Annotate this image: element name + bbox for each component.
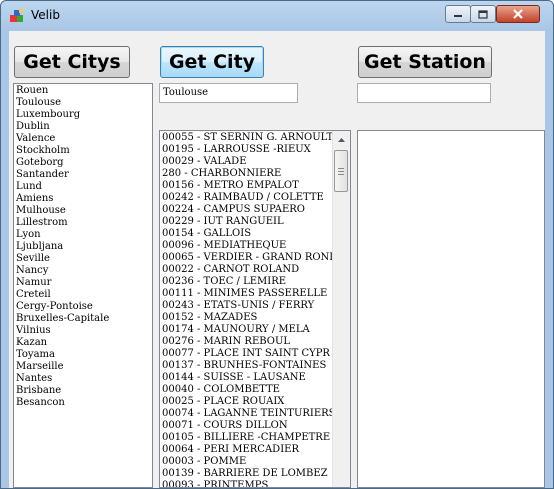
city-list-item[interactable]: Brisbane <box>16 385 152 397</box>
city-list-item[interactable]: Nancy <box>16 265 152 277</box>
station-list-item[interactable]: 00096 - MEDIATHEQUE <box>162 240 334 252</box>
station-list-item[interactable]: 00003 - POMME <box>162 456 334 468</box>
city-list-item[interactable]: Goteborg <box>16 157 152 169</box>
city-list-item[interactable]: Nantes <box>16 373 152 385</box>
app-icon <box>10 9 23 22</box>
city-input[interactable]: Toulouse <box>159 83 298 103</box>
station-list-item[interactable]: 00152 - MAZADES <box>162 312 334 324</box>
city-list-item[interactable]: Amiens <box>16 193 152 205</box>
scroll-thumb[interactable] <box>334 150 348 192</box>
close-icon <box>513 9 523 19</box>
minimize-icon <box>454 15 462 17</box>
city-list-item[interactable]: Santander <box>16 169 152 181</box>
get-city-button[interactable]: Get City <box>160 46 264 78</box>
stations-listbox[interactable]: 00055 - ST SERNIN G. ARNOULT 00195 - LARR… <box>159 130 351 488</box>
station-list-item[interactable]: 00236 - TOEC / LEMIRE <box>162 276 334 288</box>
stations-list: 00055 - ST SERNIN G. ARNOULT 00195 - LARR… <box>160 131 334 487</box>
city-list-item[interactable]: Stockholm <box>16 145 152 157</box>
form-client-area: Get Citys Get City Get Station Toulouse … <box>9 31 545 488</box>
station-list-item[interactable]: 00229 - IUT RANGUEIL <box>162 216 334 228</box>
city-list-item[interactable]: Namur <box>16 277 152 289</box>
city-list-item[interactable]: Seville <box>16 253 152 265</box>
city-list-item[interactable]: Dublin <box>16 121 152 133</box>
title-bar[interactable]: Velib <box>1 1 553 31</box>
cities-list: Rouen Toulouse Luxembourg Dublin Valence Stoc… <box>14 84 152 409</box>
maximize-button[interactable] <box>470 5 496 23</box>
station-list-item[interactable]: 00077 - PLACE INT SAINT CYPR <box>162 348 334 360</box>
grip-icon <box>338 167 344 175</box>
stations-scrollbar[interactable] <box>332 131 350 487</box>
station-list-item[interactable]: 00137 - BRUNHES-FONTAINES <box>162 360 334 372</box>
city-list-item[interactable]: Marseille <box>16 361 152 373</box>
minimize-button[interactable] <box>445 5 471 23</box>
city-list-item[interactable]: Vilnius <box>16 325 152 337</box>
station-list-item[interactable]: 00111 - MINIMES PASSERELLE <box>162 288 334 300</box>
get-citys-button[interactable]: Get Citys <box>14 46 130 78</box>
city-list-item[interactable]: Ljubljana <box>16 241 152 253</box>
station-list-item[interactable]: 00071 - COURS DILLON <box>162 420 334 432</box>
city-list-item[interactable]: Toulouse <box>16 97 152 109</box>
get-station-button[interactable]: Get Station <box>358 46 492 78</box>
station-details-listbox[interactable] <box>357 130 545 488</box>
city-list-item[interactable]: Toyama <box>16 349 152 361</box>
station-list-item[interactable]: 00093 - PRINTEMPS <box>162 480 334 487</box>
city-list-item[interactable]: Kazan <box>16 337 152 349</box>
city-list-item[interactable]: Mulhouse <box>16 205 152 217</box>
station-list-item[interactable]: 00154 - GALLOIS <box>162 228 334 240</box>
close-button[interactable] <box>496 5 540 23</box>
station-list-item[interactable]: 00195 - LARROUSSE -RIEUX <box>162 144 334 156</box>
station-list-item[interactable]: 00065 - VERDIER - GRAND ROND <box>162 252 334 264</box>
city-list-item[interactable]: Lyon <box>16 229 152 241</box>
station-list-item[interactable]: 00243 - ETATS-UNIS / FERRY <box>162 300 334 312</box>
city-list-item[interactable]: Luxembourg <box>16 109 152 121</box>
city-list-item[interactable]: Rouen <box>16 85 152 97</box>
scroll-up-button[interactable] <box>333 131 349 148</box>
city-list-item[interactable]: Cergy-Pontoise <box>16 301 152 313</box>
station-list-item[interactable]: 00139 - BARRIERE DE LOMBEZ <box>162 468 334 480</box>
maximize-icon <box>478 9 488 19</box>
station-list-item[interactable]: 00074 - LAGANNE TEINTURIERS <box>162 408 334 420</box>
station-list-item[interactable]: 00055 - ST SERNIN G. ARNOULT <box>162 132 334 144</box>
city-list-item[interactable]: Lillestrom <box>16 217 152 229</box>
window-title: Velib <box>31 8 60 22</box>
city-list-item[interactable]: Lund <box>16 181 152 193</box>
app-window: Velib Get Citys Get City Get Station Tou… <box>0 0 554 489</box>
station-input[interactable] <box>357 83 491 103</box>
station-list-item[interactable]: 00029 - VALADE <box>162 156 334 168</box>
station-list-item[interactable]: 00022 - CARNOT ROLAND <box>162 264 334 276</box>
cities-listbox[interactable]: Rouen Toulouse Luxembourg Dublin Valence Stoc… <box>13 83 153 488</box>
station-list-item[interactable]: 00224 - CAMPUS SUPAERO <box>162 204 334 216</box>
city-list-item[interactable]: Besancon <box>16 397 152 409</box>
station-list-item[interactable]: 00040 - COLOMBETTE <box>162 384 334 396</box>
station-list-item[interactable]: 00276 - MARIN REBOUL <box>162 336 334 348</box>
station-list-item[interactable]: 00105 - BILLIERE -CHAMPETRE <box>162 432 334 444</box>
station-list-item[interactable]: 00174 - MAUNOURY / MELA <box>162 324 334 336</box>
station-list-item[interactable]: 00025 - PLACE ROUAIX <box>162 396 334 408</box>
city-list-item[interactable]: Creteil <box>16 289 152 301</box>
station-list-item[interactable]: 00144 - SUISSE - LAUSANE <box>162 372 334 384</box>
chevron-up-icon <box>337 137 345 142</box>
city-list-item[interactable]: Valence <box>16 133 152 145</box>
station-list-item[interactable]: 00156 - METRO EMPALOT <box>162 180 334 192</box>
station-list-item[interactable]: 280 - CHARBONNIERE <box>162 168 334 180</box>
station-list-item[interactable]: 00242 - RAIMBAUD / COLETTE <box>162 192 334 204</box>
station-list-item[interactable]: 00064 - PERI MERCADIER <box>162 444 334 456</box>
city-list-item[interactable]: Bruxelles-Capitale <box>16 313 152 325</box>
